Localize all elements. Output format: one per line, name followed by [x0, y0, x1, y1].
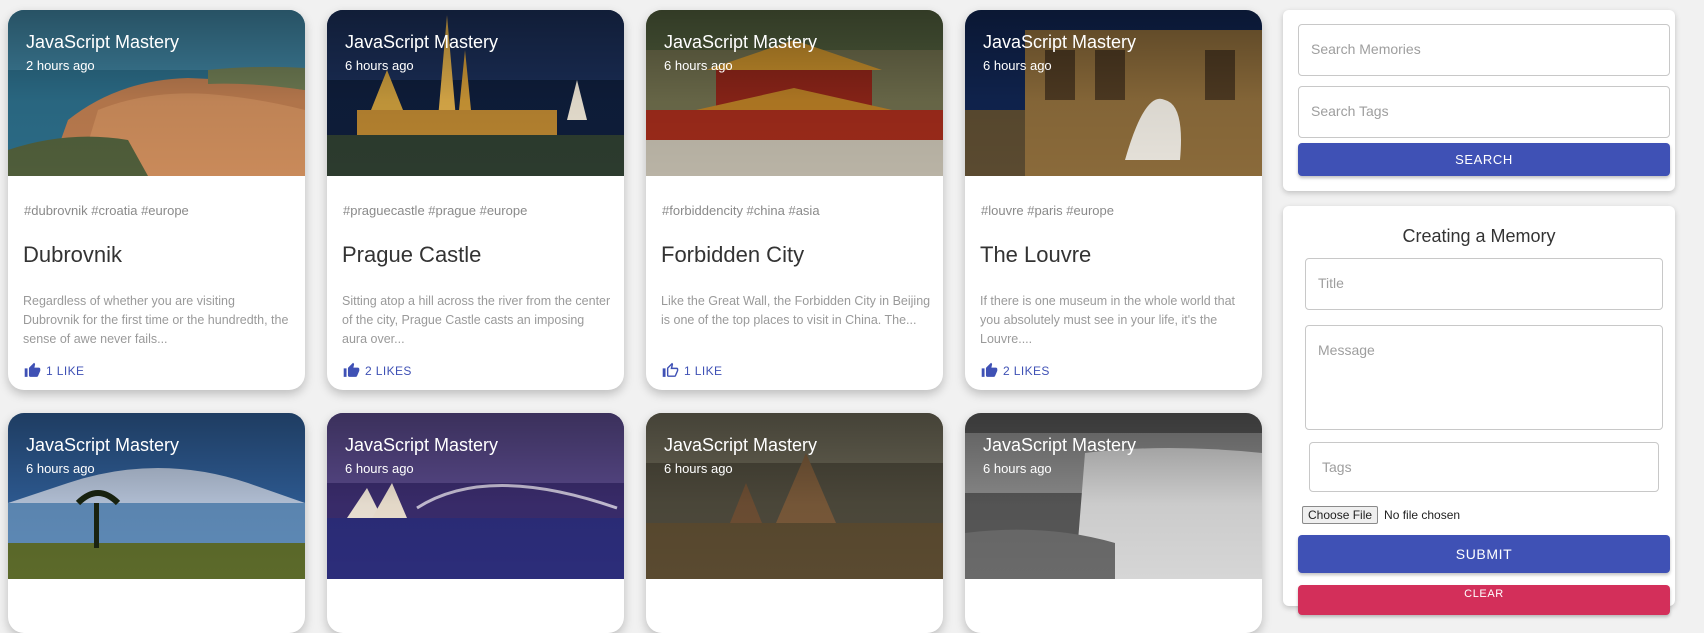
post-card[interactable]: JavaScript Mastery 6 hours ago — [327, 413, 624, 633]
post-card[interactable]: JavaScript Mastery 6 hours ago #louvre #… — [965, 10, 1262, 390]
like-count: 1 LIKE — [46, 363, 85, 378]
post-time: 6 hours ago — [664, 58, 733, 73]
like-button[interactable]: 1 LIKE — [662, 362, 722, 379]
post-title: Prague Castle — [342, 242, 482, 267]
clear-button[interactable]: CLEAR — [1298, 585, 1670, 615]
post-author: JavaScript Mastery — [26, 32, 180, 52]
post-card[interactable]: JavaScript Mastery 6 hours ago — [646, 413, 943, 633]
thumb-up-outline-icon — [662, 362, 679, 377]
post-time: 2 hours ago — [26, 58, 95, 73]
thumb-up-icon — [343, 362, 360, 377]
post-time: 6 hours ago — [26, 461, 95, 476]
title-placeholder: Title — [1318, 275, 1344, 291]
search-button[interactable]: SEARCH — [1298, 143, 1670, 176]
post-title: Forbidden City — [661, 242, 805, 267]
memory-form-panel: Creating a Memory Title Message Tags Cho… — [1283, 206, 1675, 615]
form-heading: Creating a Memory — [1402, 226, 1556, 246]
post-author: JavaScript Mastery — [345, 435, 499, 455]
post-tags: #louvre #paris #europe — [981, 203, 1114, 218]
post-title: The Louvre — [980, 242, 1092, 267]
post-card[interactable]: JavaScript Mastery 6 hours ago #forbidde… — [646, 10, 943, 390]
posts-grid: JavaScript Mastery 2 hours ago #dubrovni… — [0, 0, 1270, 633]
post-message: Regardless of whether you are visiting D… — [23, 294, 289, 346]
post-card[interactable]: JavaScript Mastery 6 hours ago — [965, 413, 1262, 633]
thumb-up-icon — [981, 362, 998, 377]
post-time: 6 hours ago — [345, 461, 414, 476]
post-time: 6 hours ago — [983, 58, 1052, 73]
message-placeholder: Message — [1318, 342, 1375, 358]
post-time: 6 hours ago — [983, 461, 1052, 476]
like-count: 2 LIKES — [1003, 363, 1050, 378]
tags-placeholder: Tags — [1322, 459, 1352, 475]
post-author: JavaScript Mastery — [983, 32, 1137, 52]
post-author: JavaScript Mastery — [664, 32, 818, 52]
post-message: Like the Great Wall, the Forbidden City … — [661, 294, 931, 327]
post-author: JavaScript Mastery — [26, 435, 180, 455]
file-picker: Choose File No file chosen — [1302, 506, 1460, 524]
search-memories-placeholder: Search Memories — [1311, 41, 1421, 57]
post-message: Sitting atop a hill across the river fro… — [342, 294, 611, 346]
post-author: JavaScript Mastery — [345, 32, 499, 52]
choose-file-button[interactable]: Choose File — [1302, 506, 1379, 524]
like-button[interactable]: 1 LIKE — [24, 362, 84, 379]
thumb-up-icon — [24, 362, 41, 377]
like-count: 1 LIKE — [684, 363, 723, 378]
tags-input[interactable]: Tags — [1309, 442, 1659, 492]
like-count: 2 LIKES — [365, 363, 412, 378]
post-time: 6 hours ago — [664, 461, 733, 476]
post-card[interactable]: JavaScript Mastery 2 hours ago #dubrovni… — [8, 10, 305, 390]
search-tags-placeholder: Search Tags — [1311, 103, 1389, 119]
message-textarea[interactable]: Message — [1305, 325, 1663, 430]
title-input[interactable]: Title — [1305, 258, 1663, 310]
post-card[interactable]: JavaScript Mastery 6 hours ago — [8, 413, 305, 633]
search-tags-input[interactable]: Search Tags — [1298, 86, 1670, 138]
like-button[interactable]: 2 LIKES — [981, 362, 1050, 379]
post-tags: #dubrovnik #croatia #europe — [24, 203, 189, 218]
post-tags: #forbiddencity #china #asia — [662, 203, 820, 218]
post-message: If there is one museum in the whole worl… — [980, 294, 1235, 346]
search-panel: Search Memories Search Tags SEARCH — [1283, 10, 1675, 191]
post-time: 6 hours ago — [345, 58, 414, 73]
post-card[interactable]: JavaScript Mastery 6 hours ago #pragueca… — [327, 10, 624, 390]
like-button[interactable]: 2 LIKES — [343, 362, 412, 379]
post-title: Dubrovnik — [23, 242, 123, 267]
post-author: JavaScript Mastery — [983, 435, 1137, 455]
search-memories-input[interactable]: Search Memories — [1298, 24, 1670, 76]
post-author: JavaScript Mastery — [664, 435, 818, 455]
submit-button[interactable]: SUBMIT — [1298, 535, 1670, 573]
file-status: No file chosen — [1384, 508, 1461, 522]
post-tags: #praguecastle #prague #europe — [343, 203, 528, 218]
